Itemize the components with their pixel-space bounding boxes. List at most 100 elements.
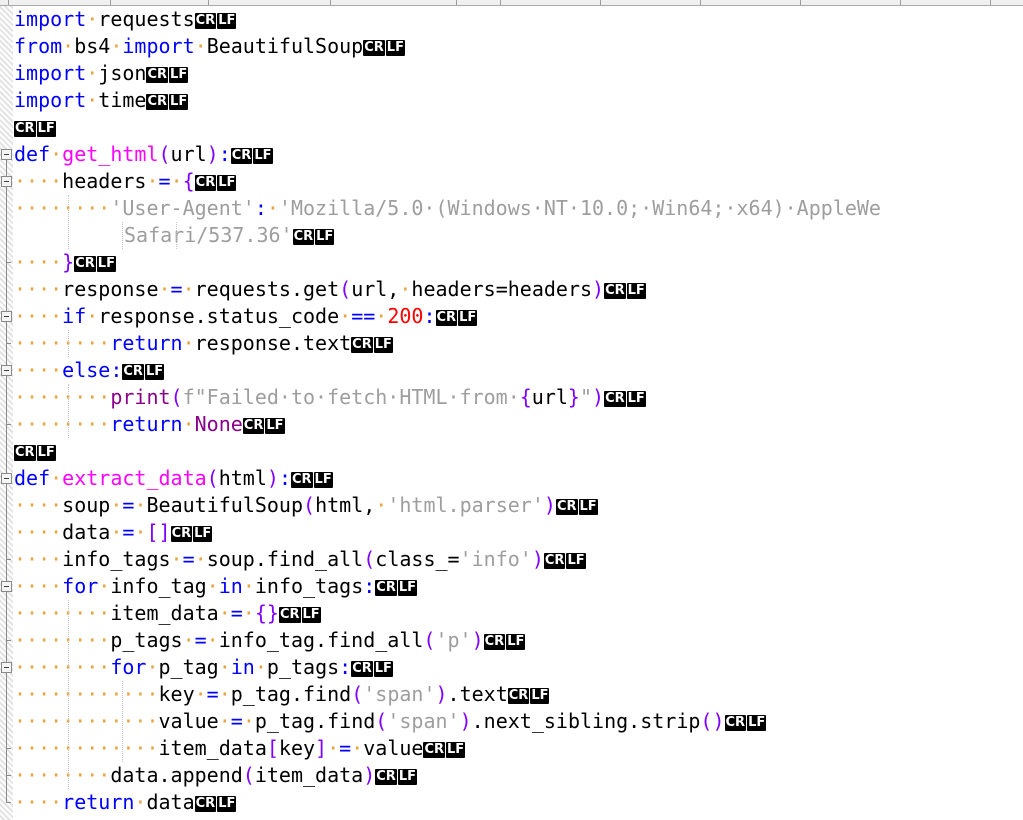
token-paren: ( — [339, 277, 352, 301]
token-brace: { — [519, 385, 532, 409]
fold-collapse-box[interactable] — [1, 149, 12, 160]
code-line[interactable]: import·timeCR LF — [14, 87, 189, 114]
code-text-area[interactable]: import·requestsCR LF from·bs4·import·Beaut… — [14, 6, 1023, 820]
code-line[interactable]: import·jsonCR LF — [14, 60, 189, 87]
token-pl: data — [62, 520, 111, 544]
token-pl: .text — [447, 682, 508, 706]
token-paren: ) — [592, 277, 605, 301]
token-sp: · — [339, 304, 352, 328]
token-sp: · — [182, 277, 195, 301]
code-line[interactable]: ········item_data·=·{}CR LF — [14, 600, 322, 627]
code-line[interactable]: ········print(f"Failed·to·fetch·HTML·fro… — [14, 384, 647, 411]
code-line[interactable]: ········return·response.textCR LF — [14, 330, 394, 357]
code-line[interactable]: ············item_data[key]·=·valueCR LF — [14, 735, 466, 762]
token-sp: · — [134, 790, 147, 814]
token-paren: ( — [242, 763, 255, 787]
fold-collapse-box[interactable] — [1, 662, 12, 673]
code-line[interactable]: ········for·p_tag·in·p_tags:CR LF — [14, 654, 394, 681]
fold-tick — [6, 748, 11, 749]
fold-collapse-box[interactable] — [1, 365, 12, 376]
code-editor-pane[interactable]: import·requestsCR LF from·bs4·import·Beaut… — [0, 6, 1023, 820]
code-line[interactable]: ····data·=·[]CR LF — [14, 519, 213, 546]
token-kw: in — [218, 574, 243, 598]
code-line[interactable]: ············value·=·p_tag.find('span').n… — [14, 708, 767, 735]
code-line[interactable]: def·get_html(url):CR LF — [14, 141, 274, 168]
token-pl: url, — [351, 277, 400, 301]
code-line[interactable]: ············key·=·p_tag.find('span').tex… — [14, 681, 550, 708]
code-line[interactable]: CRLF — [14, 114, 57, 141]
token-paren: ) — [206, 142, 219, 166]
fold-collapse-box[interactable] — [1, 311, 12, 322]
code-line[interactable]: import·requestsCR LF — [14, 6, 237, 33]
code-line[interactable]: ········p_tags·=·info_tag.find_all('p')C… — [14, 627, 526, 654]
eol-crlf-marker: CRLF — [724, 715, 767, 731]
token-kw: import — [14, 88, 87, 112]
code-line[interactable]: ········'User-Agent':·'Mozilla/5.0·(Wind… — [14, 195, 881, 222]
token-kw: def — [14, 466, 51, 490]
eol-crlf-marker: CRLF — [543, 553, 586, 569]
toolbar-separator — [110, 0, 111, 5]
code-line[interactable]: ····}CR LF — [14, 249, 117, 276]
code-line[interactable]: CRLF — [14, 816, 57, 820]
token-pl: url — [531, 385, 568, 409]
fold-collapse-box[interactable] — [1, 473, 12, 484]
token-pl: BeautifulSoup — [146, 493, 304, 517]
eol-crlf-marker: CRLF — [507, 688, 550, 704]
token-pl: html, — [315, 493, 376, 517]
code-line[interactable]: ····soup·=·BeautifulSoup(html,·'html.par… — [14, 492, 599, 519]
token-sp: · — [158, 277, 171, 301]
code-line[interactable]: ····response·=·requests.get(url,·headers… — [14, 276, 647, 303]
token-op: : — [339, 655, 352, 679]
token-pl: p_tag — [158, 655, 219, 679]
eol-crlf-marker: CRLF — [146, 94, 189, 110]
token-sp: · — [351, 736, 364, 760]
token-kw: return — [110, 412, 183, 436]
indent-space-dots: ···· — [14, 547, 63, 571]
token-sp: · — [327, 736, 340, 760]
token-paren: ( — [206, 466, 219, 490]
token-kw: for — [62, 574, 99, 598]
eol-crlf-marker: CRLF — [604, 283, 646, 299]
code-line[interactable]: ····if·response.status_code·==·200:CR LF — [14, 303, 478, 330]
token-paren: ( — [170, 385, 183, 409]
indent-guide — [67, 384, 69, 438]
fold-collapse-box[interactable] — [1, 176, 12, 187]
eol-crlf-marker: CRLF — [122, 364, 165, 380]
token-op: = — [230, 709, 243, 733]
eol-crlf-marker: CRLF — [74, 256, 116, 272]
toolbar-separator — [900, 0, 901, 5]
code-line[interactable]: ····for·info_tag·in·info_tags:CR LF — [14, 573, 418, 600]
toolbar-separator — [700, 0, 701, 5]
indent-space-dots: ···· — [14, 574, 63, 598]
token-pl: p_tags — [266, 655, 340, 679]
token-bi: None — [194, 412, 243, 436]
code-line[interactable]: CRLF — [14, 438, 57, 465]
code-line[interactable]: ········return·NoneCR LF — [14, 411, 286, 438]
token-sp: · — [134, 493, 147, 517]
fold-collapse-box[interactable] — [1, 581, 12, 592]
token-op: == — [351, 304, 376, 328]
fold-gutter[interactable] — [0, 6, 14, 820]
toolbar-separator — [990, 0, 991, 5]
token-sp: · — [218, 655, 231, 679]
token-pl: item_data — [254, 763, 364, 787]
code-line[interactable]: Safari/537.36'CR LF — [124, 222, 335, 249]
token-paren: ) — [459, 709, 472, 733]
eol-crlf-marker: CRLF — [363, 40, 405, 56]
token-pl: key — [158, 682, 195, 706]
code-line[interactable]: ····info_tags·=·soup.find_all(class_='in… — [14, 546, 587, 573]
token-fn: get_html — [62, 142, 159, 166]
eol-crlf-marker: CRLF — [423, 742, 466, 758]
code-line[interactable]: ····return·dataCR LF — [14, 789, 237, 816]
code-line[interactable]: ····headers·=·{CR LF — [14, 168, 237, 195]
code-line[interactable]: def·extract_data(html):CR LF — [14, 465, 334, 492]
indent-space-dots: ···· — [14, 790, 63, 814]
code-line[interactable]: from·bs4·import·BeautifulSoupCR LF — [14, 33, 406, 60]
code-line[interactable]: ········data.append(item_data)CR LF — [14, 762, 418, 789]
code-line[interactable]: ····else:CR LF — [14, 357, 165, 384]
token-sp: · — [194, 34, 207, 58]
token-kw: if — [62, 304, 87, 328]
token-pl: json — [98, 61, 147, 85]
token-sp: · — [146, 169, 159, 193]
token-pl: item_data — [158, 736, 267, 760]
